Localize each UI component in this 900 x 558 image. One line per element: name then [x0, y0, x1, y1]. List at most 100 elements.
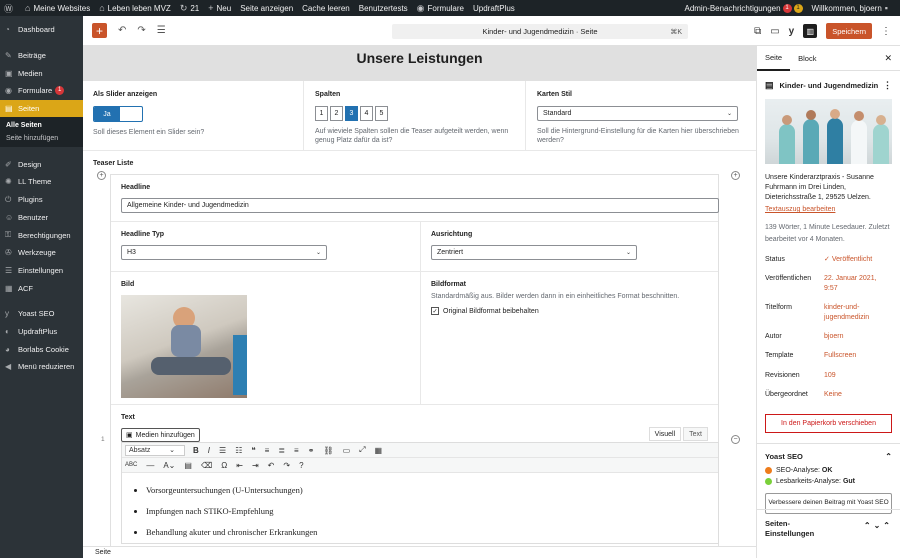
- close-icon[interactable]: ✕: [884, 53, 892, 64]
- link-icon[interactable]: ⚭: [308, 446, 315, 455]
- text-color-icon[interactable]: A⌄: [163, 461, 175, 470]
- user-account-menu[interactable]: Willkommen, bjoern ▪: [812, 3, 891, 13]
- sidebar-item-updraft[interactable]: ◐ UpdraftPlus: [0, 323, 83, 341]
- align-right-icon[interactable]: ≡: [294, 446, 299, 455]
- move-arrows-icon[interactable]: ⌃⌄⌃: [864, 521, 893, 532]
- fullscreen-icon[interactable]: ⤢: [359, 445, 365, 455]
- editor-content[interactable]: Vorsorgeuntersuchungen (U-Untersuchungen…: [122, 473, 718, 543]
- align-left-icon[interactable]: ≡: [265, 446, 270, 455]
- horizontal-line-icon[interactable]: —: [146, 461, 154, 470]
- add-row-icon[interactable]: +: [97, 171, 106, 180]
- redo-icon[interactable]: ↷: [137, 25, 145, 36]
- status-value[interactable]: ✓ Veröffentlicht: [824, 255, 872, 264]
- alignment-select[interactable]: Zentriert ⌄: [431, 245, 637, 260]
- sidebar-item-users[interactable]: ☺ Benutzer: [0, 209, 83, 227]
- my-sites-menu[interactable]: ⌂ Meine Websites: [25, 3, 90, 13]
- tab-text[interactable]: Text: [683, 427, 708, 441]
- column-option-5[interactable]: 5: [375, 106, 388, 121]
- clear-cache-link[interactable]: Cache leeren: [302, 4, 350, 13]
- column-option-2[interactable]: 2: [330, 106, 343, 121]
- toolbar-toggle-icon[interactable]: ▦: [375, 446, 383, 455]
- headline-input[interactable]: Allgemeine Kinder- und Jugendmedizin: [121, 198, 719, 213]
- forms-menu[interactable]: ◉ Formulare: [417, 3, 464, 14]
- sidebar-item-plugins[interactable]: ⏻ Plugins: [0, 191, 83, 209]
- move-to-trash-button[interactable]: In den Papierkorb verschieben: [765, 413, 892, 433]
- edit-excerpt-link[interactable]: Textauszug bearbeiten: [757, 202, 900, 213]
- column-option-1[interactable]: 1: [315, 106, 328, 121]
- sidebar-item-posts[interactable]: ✎ Beiträge: [0, 47, 83, 65]
- slug-value[interactable]: kinder-und-jugendmedizin: [824, 303, 886, 322]
- teaser-image[interactable]: [121, 295, 247, 398]
- updates-menu[interactable]: ↻ 21: [180, 3, 199, 14]
- headline-type-select[interactable]: H3 ⌄: [121, 245, 327, 260]
- slider-toggle[interactable]: Ja: [93, 106, 143, 122]
- remove-row-icon[interactable]: −: [731, 435, 740, 444]
- outdent-icon[interactable]: ⇤: [236, 461, 243, 470]
- sidebar-item-dashboard[interactable]: ◔ Dashboard: [0, 21, 83, 39]
- sidebar-item-pages[interactable]: ▤ Seiten: [0, 99, 83, 118]
- more-tag-icon[interactable]: ▭: [343, 446, 351, 455]
- sidebar-subitem-add-page[interactable]: Seite hinzufügen: [0, 132, 83, 145]
- sidebar-subitem-all-pages[interactable]: Alle Seiten: [0, 119, 83, 132]
- sidebar-item-tools[interactable]: ✇ Werkzeuge: [0, 244, 83, 262]
- list-view-icon[interactable]: ☰: [157, 25, 166, 36]
- redo-icon[interactable]: ↷: [283, 461, 290, 470]
- align-center-icon[interactable]: ≣: [278, 446, 285, 455]
- featured-image[interactable]: [765, 99, 892, 164]
- template-value[interactable]: Fullscreen: [824, 351, 856, 360]
- updraft-menu[interactable]: UpdraftPlus: [473, 4, 515, 13]
- document-title-bar[interactable]: Kinder- und Jugendmedizin · Seite ⌘K: [392, 24, 688, 39]
- site-name-menu[interactable]: ⌂ Leben leben MVZ: [99, 3, 171, 13]
- revisions-value[interactable]: 109: [824, 371, 836, 380]
- column-option-3[interactable]: 3: [345, 106, 358, 121]
- add-media-button[interactable]: ▣ Medien hinzufügen: [121, 428, 200, 442]
- undo-icon[interactable]: ↶: [268, 461, 275, 470]
- indent-icon[interactable]: ⇥: [252, 461, 259, 470]
- sidebar-item-forms[interactable]: ◉ Formulare 1: [0, 82, 83, 100]
- sidebar-item-acf[interactable]: ▦ ACF: [0, 279, 83, 297]
- breadcrumb[interactable]: Seite: [83, 546, 756, 558]
- yoast-section-header[interactable]: Yoast SEO ⌃: [757, 442, 900, 461]
- quote-icon[interactable]: ❝: [251, 446, 255, 455]
- user-tests-link[interactable]: Benutzertests: [359, 4, 408, 13]
- author-value[interactable]: bjoern: [824, 332, 843, 341]
- sidebar-item-borlabs[interactable]: ◕ Borlabs Cookie: [0, 340, 83, 358]
- yoast-icon[interactable]: y: [789, 26, 795, 37]
- column-option-4[interactable]: 4: [360, 106, 373, 121]
- sidebar-item-media[interactable]: ▣ Medien: [0, 64, 83, 82]
- page-title[interactable]: Unsere Leistungen: [83, 50, 756, 66]
- tab-visual[interactable]: Visuell: [648, 427, 682, 441]
- block-inserter-button[interactable]: +: [92, 23, 107, 38]
- external-link-icon[interactable]: ⧉: [754, 26, 761, 37]
- wordpress-logo[interactable]: Ⓦ: [4, 2, 16, 15]
- sidebar-item-ll-theme[interactable]: ✺ LL Theme: [0, 173, 83, 191]
- numbered-list-icon[interactable]: ☷: [235, 446, 242, 455]
- bold-icon[interactable]: B: [193, 446, 199, 455]
- keep-format-checkbox[interactable]: ✓ Original Bildformat beibehalten: [431, 307, 708, 315]
- sidebar-item-design[interactable]: ✐ Design: [0, 155, 83, 173]
- help-icon[interactable]: ?: [299, 461, 303, 470]
- sidebar-item-yoast[interactable]: y Yoast SEO: [0, 305, 83, 323]
- parent-value[interactable]: Keine: [824, 390, 842, 399]
- bullet-list-icon[interactable]: ☰: [219, 446, 226, 455]
- paste-text-icon[interactable]: ▤: [184, 461, 192, 470]
- save-button[interactable]: Speichern: [826, 23, 872, 39]
- sidebar-item-permissions[interactable]: ⚿ Berechtigungen: [0, 226, 83, 244]
- card-style-select[interactable]: Standard ⌄: [537, 106, 738, 121]
- italic-icon[interactable]: I: [208, 446, 210, 455]
- settings-sidebar-toggle[interactable]: ▥: [803, 24, 818, 38]
- options-icon[interactable]: ⋮: [883, 80, 892, 91]
- strikethrough-icon[interactable]: ABC: [125, 462, 137, 468]
- sidebar-item-settings[interactable]: ☰ Einstellungen: [0, 262, 83, 280]
- admin-notifications[interactable]: Admin-Benachrichtigungen 1 1: [684, 3, 803, 13]
- format-select[interactable]: Absatz ⌄: [125, 444, 185, 456]
- clear-format-icon[interactable]: ⌫: [201, 461, 212, 470]
- publish-date[interactable]: 22. Januar 2021, 9:57: [824, 274, 884, 293]
- add-row-icon-right[interactable]: +: [731, 171, 740, 180]
- undo-icon[interactable]: ↶: [118, 25, 126, 36]
- unlink-icon[interactable]: ⛓: [323, 446, 333, 455]
- options-icon[interactable]: ⋮: [881, 26, 891, 37]
- special-char-icon[interactable]: Ω: [221, 461, 227, 470]
- page-settings-section[interactable]: Seiten-Einstellungen ⌃⌄⌃: [757, 509, 900, 558]
- preview-icon[interactable]: ▭: [770, 26, 779, 37]
